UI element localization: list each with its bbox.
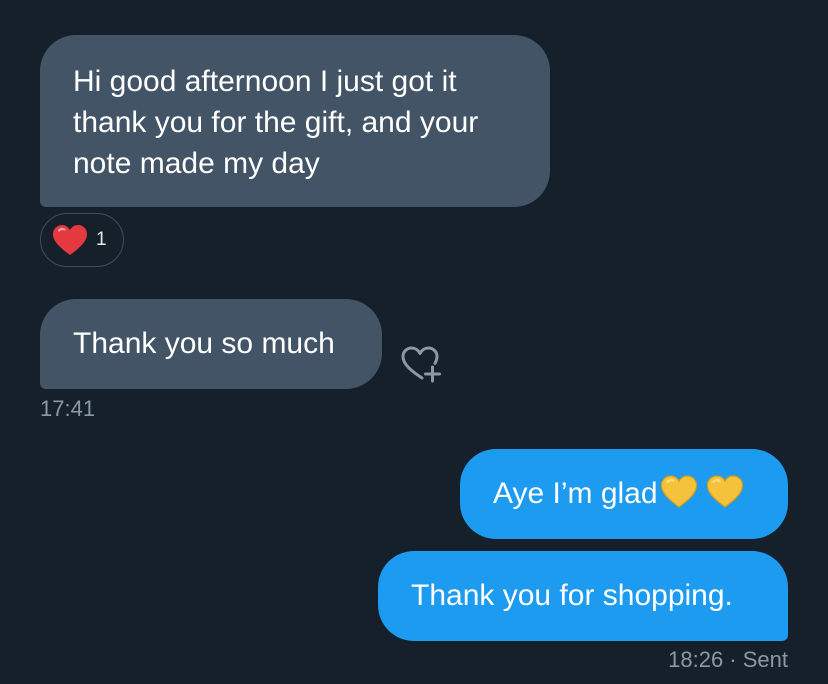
sent-status: 18:26 · Sent [668,647,788,672]
received-message-bubble[interactable]: Hi good afternoon I just got it thank yo… [40,35,550,207]
red-heart-emoji-icon [53,224,87,255]
message-text: Hi good afternoon I just got it thank yo… [73,65,479,180]
sent-message-bubble[interactable]: Aye I’m glad [460,449,788,539]
heart-reaction-chip[interactable]: 1 [40,213,124,267]
reaction-count: 1 [96,229,107,250]
message-timestamp: 17:41 [40,396,96,421]
add-reaction-button[interactable] [401,345,443,385]
yellow-heart-emoji-icon [660,475,697,508]
heart-plus-icon [401,346,441,383]
sent-message-bubble[interactable]: Thank you for shopping. [378,551,788,641]
yellow-heart-emoji-icon [706,475,743,508]
message-text: Aye I’m glad [493,477,658,510]
message-text: Thank you so much [73,327,335,360]
received-message-bubble[interactable]: Thank you so much [40,299,382,389]
message-text: Thank you for shopping. [411,579,733,612]
